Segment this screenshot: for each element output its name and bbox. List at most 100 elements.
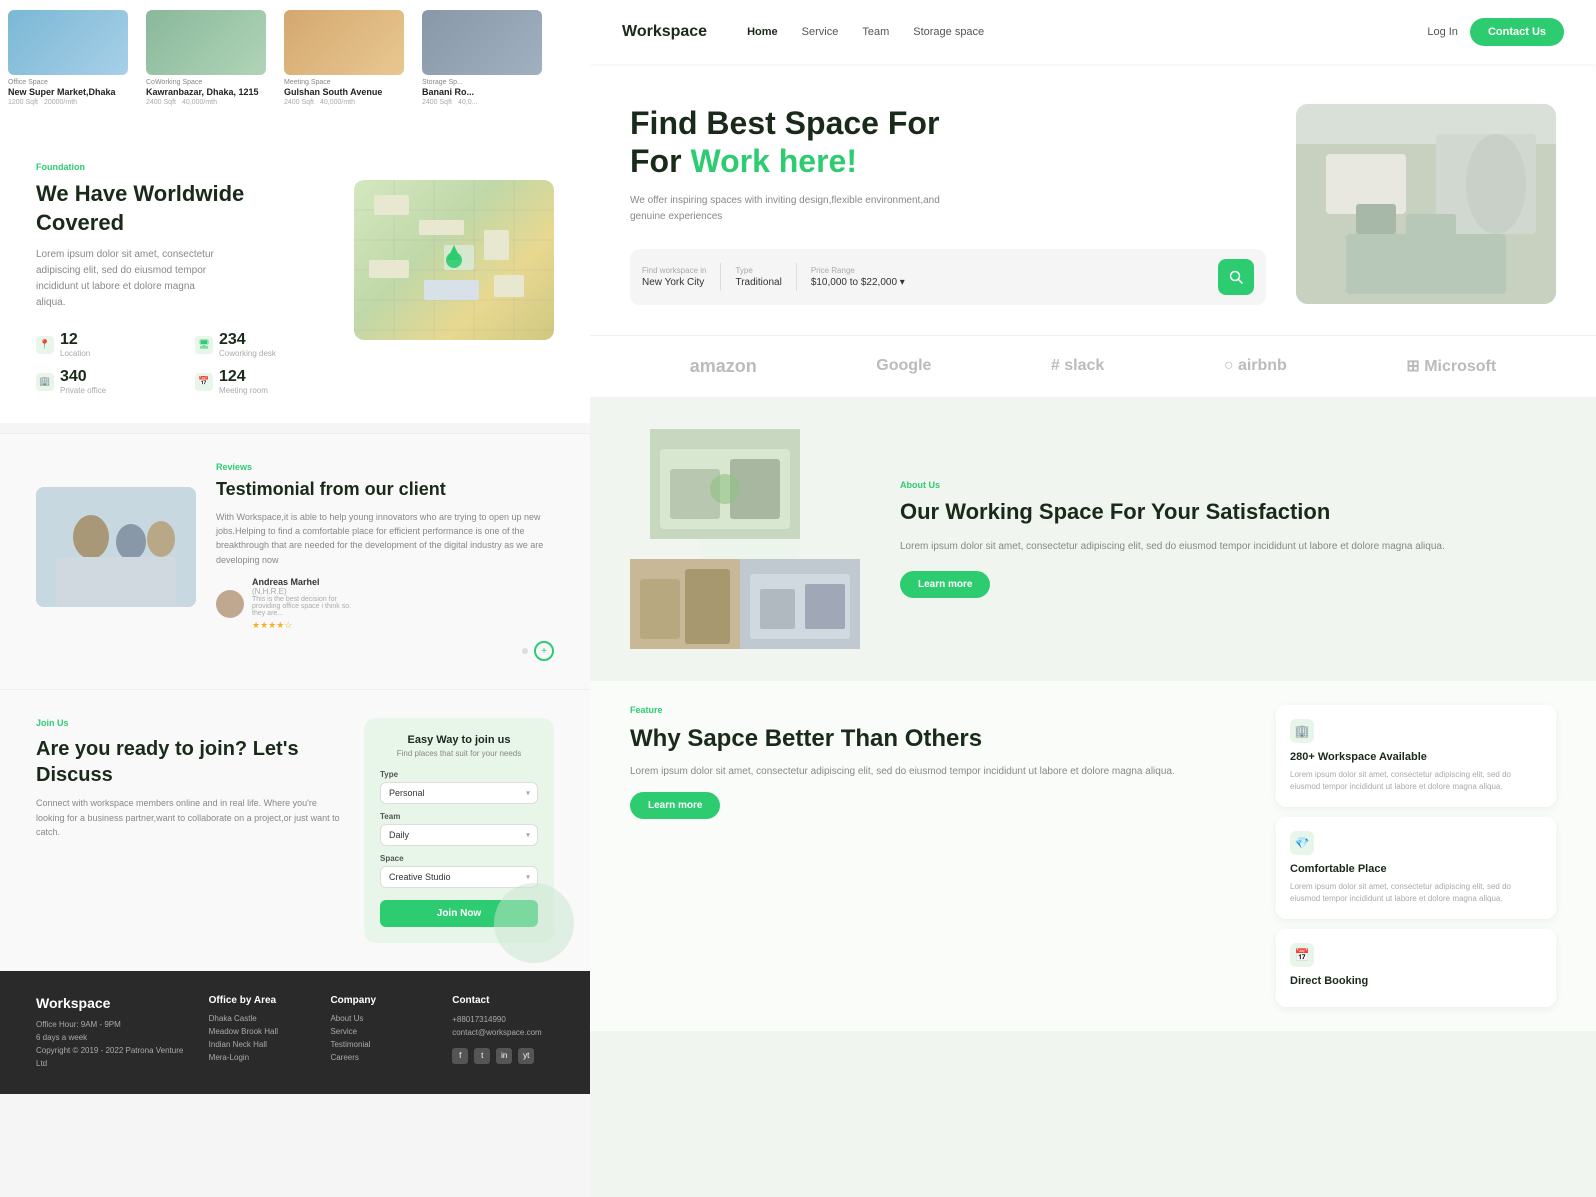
prop-img-2 — [146, 10, 266, 75]
foundation-section: Foundation We Have Worldwide Covered Lor… — [0, 130, 590, 423]
team-select[interactable]: Daily — [380, 824, 538, 846]
working-img-bl — [630, 559, 740, 649]
join-title: Are you ready to join? Let's Discuss — [36, 736, 344, 788]
search-button[interactable] — [1218, 259, 1254, 295]
prop-card-1[interactable]: Office Space New Super Market,Dhaka 1200… — [8, 10, 138, 118]
contact-button[interactable]: Contact Us — [1470, 18, 1564, 46]
nav-logo[interactable]: Workspace — [622, 23, 707, 41]
feature-card-title-2: Comfortable Place — [1290, 863, 1542, 875]
search-icon — [1229, 270, 1243, 284]
prop-type-2: CoWorking Space — [146, 79, 276, 86]
comfortable-icon: 💎 — [1290, 831, 1314, 855]
brand-microsoft: ⊞ Microsoft — [1406, 356, 1496, 376]
type-select-wrapper[interactable]: Personal — [380, 782, 538, 804]
footer-area-title: Office by Area — [209, 995, 311, 1006]
join-text: Join Us Are you ready to join? Let's Dis… — [36, 718, 344, 839]
space-select[interactable]: Creative Studio — [380, 866, 538, 888]
social-linkedin[interactable]: in — [496, 1048, 512, 1064]
social-facebook[interactable]: f — [452, 1048, 468, 1064]
footer-area-link-3[interactable]: Indian Neck Hall — [209, 1040, 311, 1049]
testimonial-image — [36, 487, 196, 607]
search-location-field: Find workspace in New York City — [642, 266, 706, 288]
prop-img-1 — [8, 10, 128, 75]
nav-service[interactable]: Service — [802, 26, 839, 38]
map-svg — [354, 180, 554, 340]
feature-card-1: 🏢 280+ Workspace Available Lorem ipsum d… — [1276, 705, 1556, 807]
working-images — [630, 429, 870, 649]
working-text: About Us Our Working Space For Your Sati… — [900, 480, 1556, 598]
social-twitter[interactable]: t — [474, 1048, 490, 1064]
hero-image — [1296, 104, 1556, 304]
search-price-field: Price Range $10,000 to $22,000 ▾ — [811, 266, 905, 288]
feature-learn-btn[interactable]: Learn more — [630, 792, 720, 819]
search-bar: Find workspace in New York City Type Tra… — [630, 249, 1266, 305]
team-select-wrapper[interactable]: Daily — [380, 824, 538, 846]
social-youtube[interactable]: yt — [518, 1048, 534, 1064]
footer-area-link-2[interactable]: Meadow Brook Hall — [209, 1027, 311, 1036]
hero-title-line1: Find Best Space For — [630, 105, 939, 141]
feature-card-desc-2: Lorem ipsum dolor sit amet, consectetur … — [1290, 881, 1542, 905]
brand-airbnb: ○ airbnb — [1224, 357, 1287, 375]
footer-area-link-4[interactable]: Mera-Login — [209, 1053, 311, 1062]
footer-company-link-2[interactable]: Service — [330, 1027, 432, 1036]
join-desc: Connect with workspace members online an… — [36, 796, 344, 839]
hero-title-line2-prefix: For — [630, 143, 690, 179]
office-img-2 — [630, 559, 740, 649]
prop-name-3: Gulshan South Avenue — [284, 87, 414, 97]
prop-name-4: Banani Ro... — [422, 87, 552, 97]
private-icon: 🏢 — [36, 373, 54, 391]
stat-location: 📍 12 Location — [36, 331, 175, 358]
reviewer-name: Andreas Marhel — [252, 577, 352, 587]
footer-area-col: Office by Area Dhaka Castle Meadow Brook… — [209, 995, 311, 1070]
feature-card-2: 💎 Comfortable Place Lorem ipsum dolor si… — [1276, 817, 1556, 919]
type-search-value[interactable]: Traditional — [735, 277, 781, 288]
price-range-value[interactable]: $10,000 to $22,000 ▾ — [811, 277, 905, 288]
testimonial-text: Reviews Testimonial from our client With… — [216, 462, 554, 631]
testimonial-title: Testimonial from our client — [216, 478, 554, 501]
prop-meta-2: 2400 Sqft 40,000/mth — [146, 99, 276, 106]
footer-company-link-4[interactable]: Careers — [330, 1053, 432, 1062]
feature-card-title-1: 280+ Workspace Available — [1290, 751, 1542, 763]
login-link[interactable]: Log In — [1427, 26, 1458, 38]
reviewer-avatar — [216, 590, 244, 618]
nav-storage[interactable]: Storage space — [913, 26, 984, 38]
testimonial-section: Reviews Testimonial from our client With… — [0, 433, 590, 689]
prop-name-1: New Super Market,Dhaka — [8, 87, 138, 97]
prop-card-4[interactable]: Storage Sp... Banani Ro... 2400 Sqft 40,… — [422, 10, 552, 118]
join-section: Join Us Are you ready to join? Let's Dis… — [0, 689, 590, 971]
prop-card-2[interactable]: CoWorking Space Kawranbazar, Dhaka, 1215… — [146, 10, 276, 118]
type-select[interactable]: Personal — [380, 782, 538, 804]
carousel-next-btn[interactable]: + — [534, 641, 554, 661]
footer-company-link-1[interactable]: About Us — [330, 1014, 432, 1023]
foundation-label: Foundation — [36, 162, 554, 172]
footer-area-link-1[interactable]: Dhaka Castle — [209, 1014, 311, 1023]
nav-home[interactable]: Home — [747, 26, 778, 38]
foundation-desc: Lorem ipsum dolor sit amet, consectetur … — [36, 247, 216, 311]
prop-card-3[interactable]: Meeting Space Gulshan South Avenue 2400 … — [284, 10, 414, 118]
hero-text: Find Best Space For For Work here! We of… — [630, 104, 1266, 305]
learn-more-button[interactable]: Learn more — [900, 571, 990, 598]
foundation-title: We Have Worldwide Covered — [36, 180, 334, 237]
space-select-wrapper[interactable]: Creative Studio — [380, 866, 538, 888]
workspace-icon: 🏢 — [1290, 719, 1314, 743]
space-label: Space — [380, 854, 538, 863]
map-box — [354, 180, 554, 340]
location-value[interactable]: New York City — [642, 277, 706, 288]
footer-company-col: Company About Us Service Testimonial Car… — [330, 995, 432, 1070]
about-label: About Us — [900, 480, 1556, 490]
footer-company-link-3[interactable]: Testimonial — [330, 1040, 432, 1049]
footer-email: contact@workspace.com — [452, 1027, 554, 1040]
nav-team[interactable]: Team — [862, 26, 889, 38]
search-divider-2 — [796, 263, 797, 291]
carousel-dot-1[interactable] — [522, 648, 528, 654]
feature-title: Why Sapce Better Than Others — [630, 723, 1246, 754]
navbar: Workspace Home Service Team Storage spac… — [590, 0, 1596, 64]
search-type-field: Type Traditional — [735, 266, 781, 288]
carousel-nav[interactable]: + — [36, 641, 554, 661]
footer-days: 6 days a week — [36, 1032, 189, 1045]
feature-section: Feature Why Sapce Better Than Others Lor… — [590, 681, 1596, 1031]
nav-links: Home Service Team Storage space — [747, 26, 1427, 38]
prop-meta-1: 1200 Sqft 20000/mth — [8, 99, 138, 106]
footer-inner: Workspace Office Hour: 9AM - 9PM 6 days … — [36, 995, 554, 1070]
footer-office-hour: Office Hour: 9AM - 9PM — [36, 1019, 189, 1032]
